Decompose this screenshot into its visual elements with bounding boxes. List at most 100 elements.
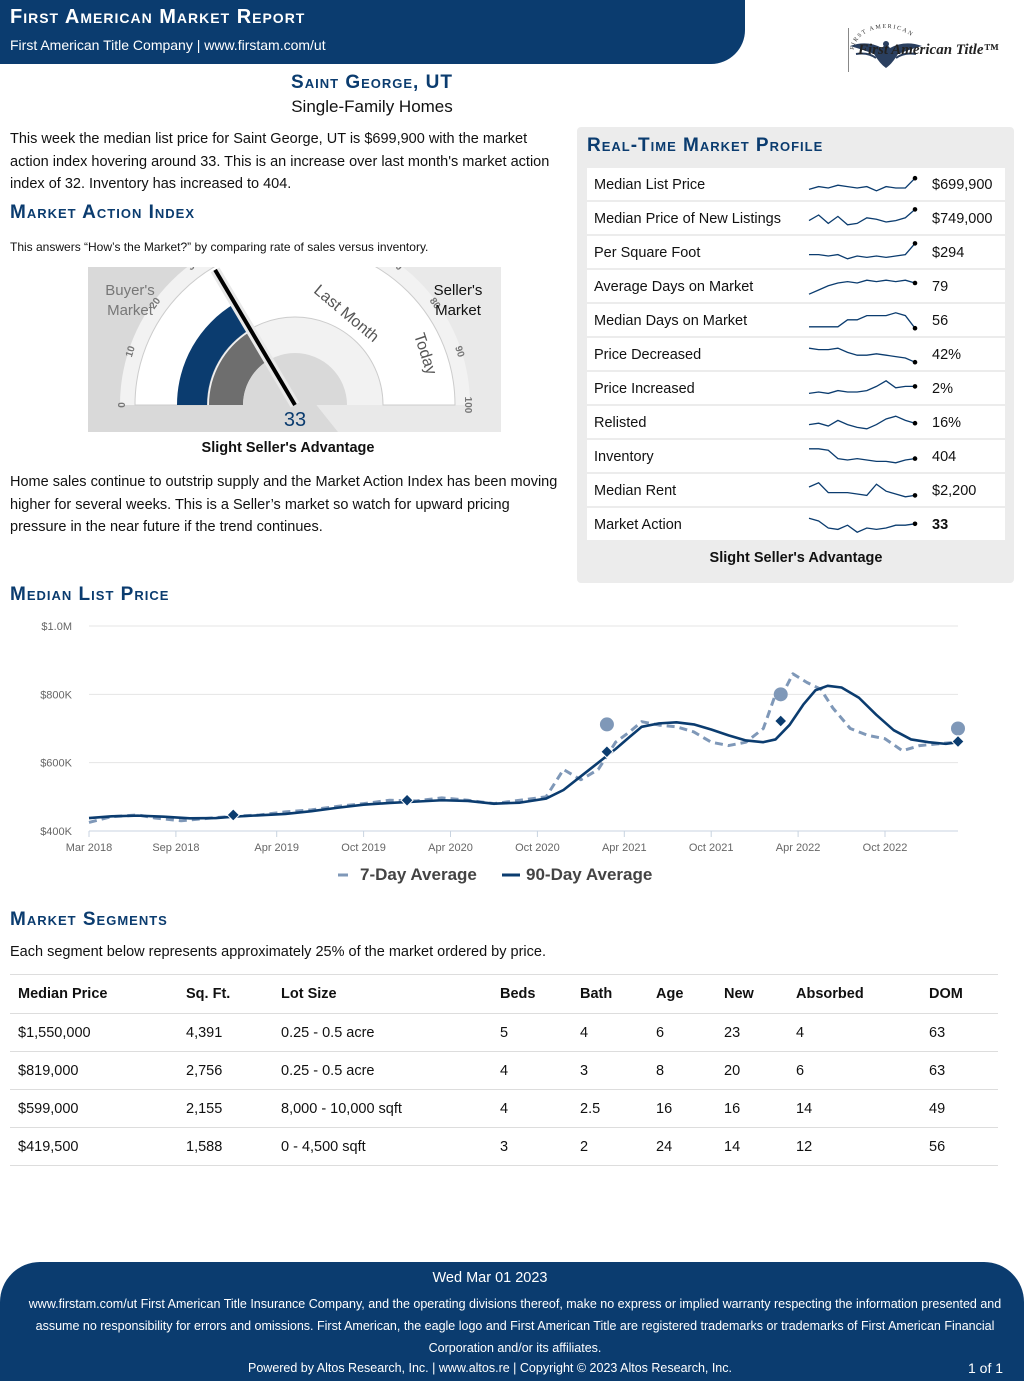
buyers-label-line1: Buyer's bbox=[105, 282, 155, 299]
sparkline-line bbox=[808, 482, 916, 498]
x-tick-label: Apr 2019 bbox=[254, 842, 299, 854]
profile-sparkline bbox=[808, 175, 918, 192]
segments-cell: $819,000 bbox=[10, 1051, 178, 1090]
sparkline-end-dot bbox=[912, 420, 918, 426]
segments-cell: 49 bbox=[921, 1089, 998, 1128]
sparkline-end-dot bbox=[912, 175, 918, 181]
segments-header-cell: Lot Size bbox=[273, 974, 492, 1014]
profile-row-label: Per Square Foot bbox=[594, 245, 701, 261]
segments-header-cell: DOM bbox=[921, 974, 998, 1014]
segments-header-row: Median Price Sq. Ft. Lot Size Beds Bath Age Ne… bbox=[10, 974, 998, 1014]
segments-row: $819,000 2,756 0.25 - 0.5 acre 4 3 8 20 6 63 bbox=[10, 1051, 998, 1090]
segments-cell: 20 bbox=[716, 1051, 788, 1090]
segments-cell: 5 bbox=[492, 1013, 572, 1052]
profile-sparkline bbox=[808, 347, 918, 365]
segments-cell: 24 bbox=[648, 1127, 716, 1166]
segments-row: $599,000 2,155 8,000 - 10,000 sqft 4 2.5 16 16… bbox=[10, 1089, 998, 1128]
sparkline-end-dot bbox=[912, 280, 918, 286]
footer-date: Wed Mar 01 2023 bbox=[432, 1270, 548, 1286]
segments-row: $419,500 1,588 0 - 4,500 sqft 3 2 24 14 12 56 bbox=[10, 1127, 998, 1166]
profile-row: Average Days on Market 79 bbox=[587, 270, 1005, 304]
mai-title: Market Action Index bbox=[10, 202, 196, 223]
sparkline-line bbox=[808, 347, 916, 363]
market-action-gauge: 0102030405060708090100Last MonthTodayBuy… bbox=[105, 267, 501, 432]
segments-cell: 14 bbox=[788, 1089, 921, 1128]
segments-header-cell: Median Price bbox=[10, 974, 178, 1014]
chart-marker-diamond bbox=[226, 808, 240, 822]
profile-row-value: $294 bbox=[932, 245, 965, 261]
sparkline-end-dot bbox=[912, 359, 918, 365]
y-tick-label: $1.0M bbox=[41, 621, 72, 633]
profile-sparkline bbox=[808, 482, 918, 498]
sparkline-line bbox=[808, 279, 916, 295]
sparkline-line bbox=[808, 208, 916, 226]
chart-marker-circle bbox=[773, 687, 788, 702]
sellers-label-line2: Market bbox=[435, 302, 482, 319]
segments-cell: 12 bbox=[788, 1127, 921, 1166]
sparkline-line bbox=[809, 448, 916, 464]
mai-body-text: Home sales continue to outstrip supply a… bbox=[10, 474, 558, 535]
sparkline-line bbox=[808, 517, 916, 533]
segments-cell: 2,155 bbox=[178, 1089, 273, 1128]
footer-disclaimer: www.firstam.com/ut First American Title … bbox=[28, 1297, 1002, 1355]
profile-row-value: $749,000 bbox=[932, 211, 993, 227]
segments-cell: 4 bbox=[492, 1051, 572, 1090]
median-list-price-chart: $400K $600K $800K $1.0M Mar 2018 Sep 2018 Apr … bbox=[40, 621, 965, 884]
x-tick-label: Oct 2020 bbox=[515, 842, 560, 854]
profile-row-label: Median Price of New Listings bbox=[594, 211, 781, 227]
profile-row-label: Median Days on Market bbox=[594, 313, 748, 329]
x-tick-label: Apr 2020 bbox=[428, 842, 473, 854]
profile-row: Price Increased 2% bbox=[587, 372, 1005, 406]
chart-marker-diamond bbox=[600, 745, 614, 759]
profile-row: Median Days on Market 56 bbox=[587, 304, 1005, 338]
profile-sparkline bbox=[808, 380, 918, 395]
profile-row-label: Price Decreased bbox=[594, 347, 702, 363]
segments-description: Each segment below represents approximat… bbox=[10, 944, 546, 960]
segments-cell: $419,500 bbox=[10, 1127, 178, 1166]
profile-row: Relisted 16% bbox=[587, 406, 1005, 440]
segments-header-cell: Absorbed bbox=[788, 974, 921, 1014]
profile-row-label: Average Days on Market bbox=[594, 279, 754, 295]
buyers-label-line2: Market bbox=[107, 302, 154, 319]
profile-title: Real-Time Market Profile bbox=[587, 135, 824, 156]
chart-marker-circle bbox=[951, 721, 965, 736]
segments-cell: 2 bbox=[572, 1127, 648, 1166]
profile-row-value: 42% bbox=[932, 347, 962, 363]
x-tick-label: Apr 2021 bbox=[602, 842, 647, 854]
profile-row: Median Price of New Listings $749,000 bbox=[587, 202, 1005, 236]
footer-powered-by: Powered by Altos Research, Inc. | www.al… bbox=[248, 1361, 732, 1375]
sparkline-end-dot bbox=[912, 456, 918, 461]
profile-row: Market Action 33 bbox=[587, 508, 1005, 542]
chart-marker-diamond bbox=[774, 714, 788, 728]
segments-cell: 4,391 bbox=[178, 1013, 273, 1052]
y-tick-label: $800K bbox=[40, 689, 72, 701]
segments-title: Market Segments bbox=[10, 909, 168, 930]
x-tick-label: Sep 2018 bbox=[152, 842, 199, 854]
sparkline-line bbox=[809, 242, 916, 260]
profile-table: Median List Price $699,900 Median Price of… bbox=[587, 168, 1005, 542]
segments-header-cell: New bbox=[716, 974, 788, 1014]
segments-cell: 6 bbox=[788, 1051, 921, 1090]
profile-row-value: 79 bbox=[932, 279, 949, 295]
profile-row-value: 16% bbox=[932, 415, 962, 431]
segments-cell: 2.5 bbox=[572, 1089, 648, 1128]
sparkline-end-dot bbox=[912, 521, 918, 527]
profile-sparkline bbox=[809, 312, 918, 331]
segments-cell: 1,588 bbox=[178, 1127, 273, 1166]
segments-cell: 4 bbox=[788, 1013, 921, 1052]
profile-row-label: Price Increased bbox=[594, 381, 695, 397]
profile-sparkline bbox=[808, 415, 918, 430]
logo-divider bbox=[848, 28, 849, 72]
gauge-value: 33 bbox=[284, 409, 306, 431]
segments-header-cell: Sq. Ft. bbox=[178, 974, 273, 1014]
segments-cell: 8,000 - 10,000 sqft bbox=[273, 1089, 492, 1128]
sparkline-end-dot bbox=[912, 241, 918, 246]
city-title: Saint George, UT bbox=[291, 72, 453, 93]
legend-7-day-label: 7-Day Average bbox=[360, 865, 477, 884]
profile-row-label: Median List Price bbox=[594, 177, 706, 193]
profile-row-label: Inventory bbox=[594, 449, 654, 465]
page-number: 1 of 1 bbox=[968, 1360, 1004, 1376]
profile-row-value: 404 bbox=[932, 449, 957, 465]
segments-row: $1,550,000 4,391 0.25 - 0.5 acre 5 4 6 23 4 63 bbox=[10, 1013, 998, 1052]
profile-row-value: 2% bbox=[932, 381, 953, 397]
